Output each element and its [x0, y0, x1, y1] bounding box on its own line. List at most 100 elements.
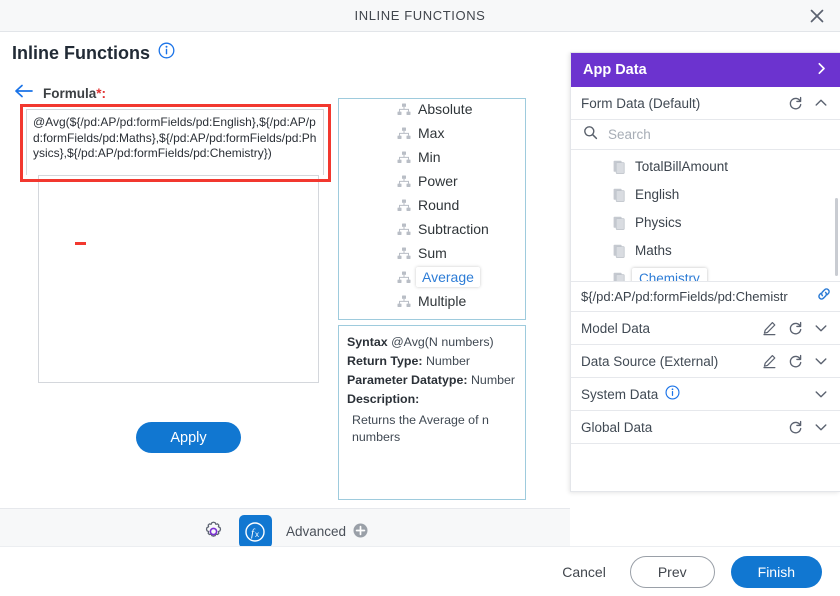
function-fx-button[interactable]: f x [238, 515, 272, 548]
close-icon[interactable] [804, 3, 830, 29]
list-item-label: Physics [635, 215, 682, 231]
accordion-data-source-external[interactable]: Data Source (External) [571, 345, 840, 378]
advanced-button[interactable]: Advanced [286, 523, 368, 541]
form-field-list: TotalBillAmount English Physics Maths Ch… [571, 150, 840, 282]
chevron-up-icon[interactable] [814, 96, 828, 110]
formula-label-text: Formula [43, 86, 97, 101]
required-marker: *: [96, 86, 107, 101]
cancel-button[interactable]: Cancel [554, 558, 614, 586]
link-icon[interactable] [816, 286, 832, 307]
function-syntax-panel: Syntax @Avg(N numbers) Return Type: Numb… [338, 325, 526, 500]
function-item-label: Sum [418, 245, 447, 261]
function-item[interactable]: Max [339, 121, 525, 145]
back-arrow-icon[interactable] [14, 84, 33, 103]
parameter-datatype-value: Number [470, 373, 516, 387]
list-item-selected[interactable]: Chemistry [571, 265, 840, 281]
formula-body-area[interactable] [38, 175, 319, 383]
return-type-label: Return Type: [347, 354, 423, 368]
function-item-label: Min [418, 149, 441, 165]
info-icon[interactable] [665, 385, 680, 403]
accordion-label: System Data [581, 385, 814, 403]
expression-path-row[interactable]: ${/pd:AP/pd:formFields/pd:Chemistr [571, 282, 840, 312]
chevron-down-icon[interactable] [814, 420, 828, 434]
function-item[interactable]: Power [339, 169, 525, 193]
accordion-global-data[interactable]: Global Data [571, 411, 840, 444]
accordion-label: Global Data [581, 419, 653, 435]
chevron-down-icon[interactable] [814, 321, 828, 335]
function-item[interactable]: Sum [339, 241, 525, 265]
list-item[interactable]: Physics [571, 209, 840, 237]
advanced-label: Advanced [285, 524, 347, 539]
sitemap-icon [397, 271, 411, 284]
app-data-title: App Data [583, 62, 647, 78]
search-input[interactable] [606, 126, 828, 143]
list-item[interactable]: Maths [571, 237, 840, 265]
sitemap-icon [397, 199, 411, 212]
accordion-model-data[interactable]: Model Data [571, 312, 840, 345]
page-header: Inline Functions [12, 42, 175, 64]
accordion-label-text: System Data [581, 386, 659, 402]
list-item-label: TotalBillAmount [635, 159, 729, 175]
validation-dash-marker [75, 242, 86, 245]
refresh-icon[interactable] [788, 321, 803, 336]
edit-icon[interactable] [762, 321, 777, 336]
chevron-down-icon[interactable] [814, 354, 828, 368]
function-item-label: Absolute [418, 101, 473, 117]
chevron-right-icon[interactable] [815, 62, 828, 79]
refresh-icon[interactable] [788, 354, 803, 369]
chevron-down-icon[interactable] [814, 387, 828, 401]
function-item-selected[interactable]: Average [339, 265, 525, 289]
function-item[interactable]: Multiple [339, 289, 525, 313]
app-data-panel: App Data Form Data (Default) Search Tota… [570, 52, 840, 492]
description-label: Description: [347, 392, 420, 406]
refresh-icon[interactable] [788, 96, 803, 111]
edit-icon[interactable] [762, 354, 777, 369]
app-data-header[interactable]: App Data [571, 53, 840, 87]
apply-button[interactable]: Apply [136, 422, 241, 453]
formula-input[interactable]: @Avg(${/pd:AP/pd:formFields/pd:English},… [26, 109, 324, 175]
plus-circle-icon[interactable] [353, 523, 368, 541]
document-icon [613, 272, 626, 281]
info-icon[interactable] [158, 42, 175, 64]
function-item[interactable]: Round [339, 193, 525, 217]
sitemap-icon [397, 319, 411, 320]
gear-icon[interactable] [202, 520, 225, 543]
document-icon [613, 216, 626, 230]
function-item[interactable]: Subtraction [339, 217, 525, 241]
accordion-icons [788, 96, 828, 111]
accordion-label: Data Source (External) [581, 353, 719, 369]
expression-path-value: ${/pd:AP/pd:formFields/pd:Chemistr [581, 289, 788, 304]
function-list-panel[interactable]: Absolute Max Min Power Round Subtraction… [338, 98, 526, 320]
document-icon [613, 188, 626, 202]
accordion-icons [762, 321, 828, 336]
list-item[interactable]: TotalBillAmount [571, 153, 840, 181]
search-row[interactable] [571, 120, 840, 150]
page-title: Inline Functions [12, 42, 150, 63]
function-list: Absolute Max Min Power Round Subtraction… [339, 99, 525, 320]
accordion-label: Model Data [581, 320, 651, 336]
function-item-label: Max [418, 125, 445, 141]
function-item-label: Multiple [418, 293, 467, 309]
function-item[interactable]: Absolute [339, 99, 525, 121]
finish-button[interactable]: Finish [730, 555, 822, 588]
window-title-bar: INLINE FUNCTIONS [0, 0, 840, 32]
prev-button[interactable]: Prev [629, 555, 715, 588]
function-item[interactable]: Modulo [339, 313, 525, 320]
return-type-line: Return Type: Number [347, 352, 517, 371]
sitemap-icon [397, 151, 411, 164]
syntax-label: Syntax [347, 335, 388, 349]
search-icon [583, 125, 598, 145]
accordion-label: Form Data (Default) [581, 95, 701, 111]
field-list-scrollbar[interactable] [835, 198, 838, 276]
dialog-footer: Cancel Prev Finish [0, 546, 840, 596]
syntax-value: @Avg(N numbers) [391, 335, 494, 349]
accordion-form-data[interactable]: Form Data (Default) [571, 87, 840, 120]
list-item[interactable]: English [571, 181, 840, 209]
window-title: INLINE FUNCTIONS [354, 8, 486, 23]
sitemap-icon [397, 295, 411, 308]
refresh-icon[interactable] [788, 420, 803, 435]
parameter-datatype-label: Parameter Datatype: [347, 373, 468, 387]
function-item[interactable]: Min [339, 145, 525, 169]
function-item-label: Subtraction [418, 221, 489, 237]
accordion-system-data[interactable]: System Data [571, 378, 840, 411]
